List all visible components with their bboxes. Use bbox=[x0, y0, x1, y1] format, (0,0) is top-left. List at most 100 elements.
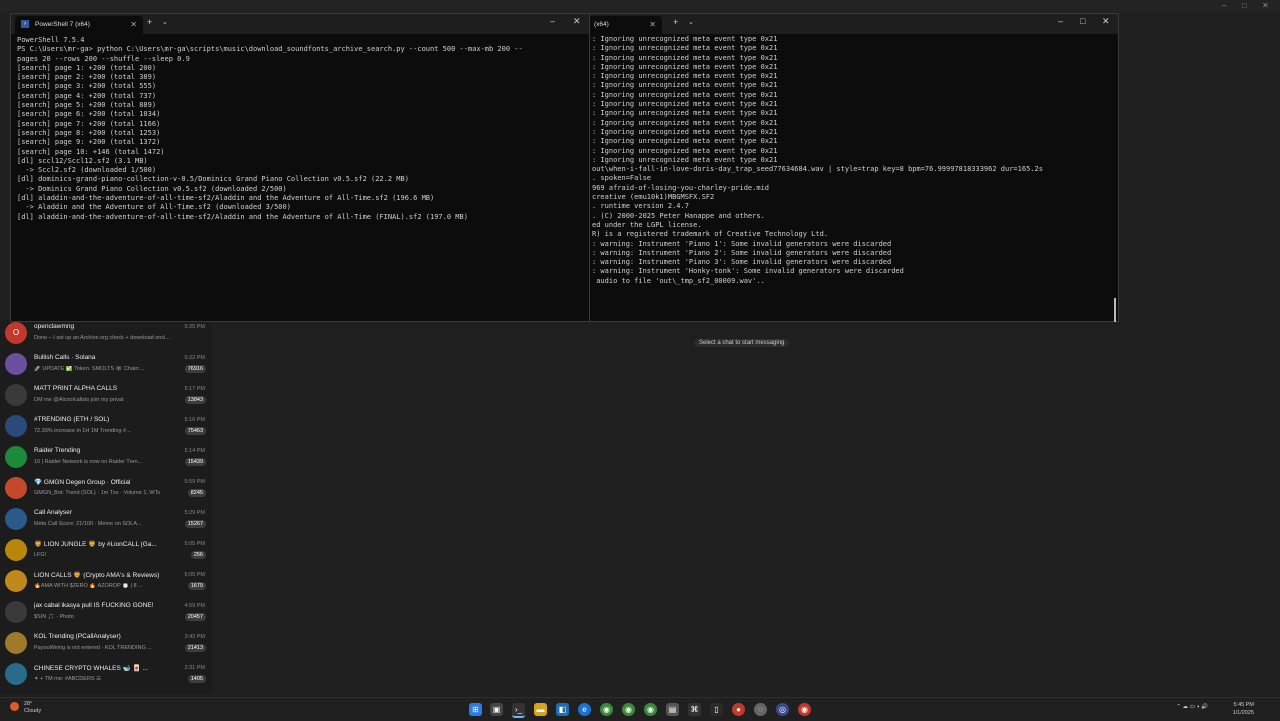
chat-list-item[interactable]: LION CALLS 🦁 (Crypto AMA's & Reviews) 5:0… bbox=[0, 568, 212, 599]
terminal-line: [search] page 8: +200 (total 1253) bbox=[17, 128, 161, 137]
terminal-line: -> Dominics Grand Piano Collection v0.5.… bbox=[17, 184, 287, 193]
chat-list-item[interactable]: #TRENDING (ETH / SOL) 5:16 PM 72.39% incre… bbox=[0, 413, 212, 444]
terminal-line: creative (emu10k1)MBGMSFX.SF2 bbox=[592, 193, 715, 202]
weather-icon bbox=[10, 702, 19, 711]
notepad-icon[interactable]: ▤ bbox=[666, 703, 679, 716]
app-red-2-icon[interactable]: ◉ bbox=[798, 703, 811, 716]
task-view-icon[interactable]: ▣ bbox=[490, 703, 503, 716]
chat-list-item[interactable]: Oopenclawmng 5:25 PM Done – I set up an Ar… bbox=[0, 320, 212, 351]
chat-time: 5:17 PM bbox=[184, 386, 205, 392]
avatar bbox=[5, 384, 27, 406]
store-icon[interactable]: ◧ bbox=[556, 703, 569, 716]
close-icon[interactable]: ✕ bbox=[1262, 1, 1269, 10]
terminal-line: : Ignoring unrecognized meta event type … bbox=[592, 62, 778, 71]
unread-badge: 15267 bbox=[184, 520, 206, 528]
terminal-output[interactable]: : Ignoring unrecognized meta event type … bbox=[592, 35, 1118, 321]
tab-label: (x64) bbox=[594, 21, 609, 28]
chat-list[interactable]: Oopenclawmng 5:25 PM Done – I set up an Ar… bbox=[0, 320, 212, 695]
chat-list-item[interactable]: MATT PRINT ALPHA CALLS 5:17 PM DM me @Alco… bbox=[0, 382, 212, 413]
terminal-line: : Ignoring unrecognized meta event type … bbox=[592, 81, 778, 90]
chat-time: 5:14 PM bbox=[184, 448, 205, 454]
close-tab-icon[interactable]: ✕ bbox=[130, 20, 137, 29]
chat-list-item[interactable]: Call Analyser 5:29 PM Meta Call Score: 21/… bbox=[0, 506, 212, 537]
terminal-line: [dl] sccl12/Sccl12.sf2 (3.1 MB) bbox=[17, 156, 148, 165]
chrome-profile-2-icon[interactable]: ◉ bbox=[644, 703, 657, 716]
powershell-icon: › bbox=[21, 20, 29, 28]
unread-badge: 256 bbox=[190, 551, 206, 559]
clock-date: 1/1/2025 bbox=[1232, 710, 1254, 716]
start-icon[interactable]: ⊞ bbox=[469, 703, 482, 716]
powershell-window[interactable]: › PowerShell 7 (x64) ✕ + ⌄ – ✕ PowerShel… bbox=[10, 13, 591, 322]
avatar bbox=[5, 632, 27, 654]
system-tray[interactable]: ⌃ ☁ ▭ ◑ 🔊 bbox=[1176, 704, 1208, 710]
minimize-icon[interactable]: – bbox=[550, 16, 555, 26]
chat-list-item[interactable]: 💎 GMGN Degen Group · Official 5:59 PM GMGN… bbox=[0, 475, 212, 506]
terminal-icon[interactable]: ›_ bbox=[512, 703, 525, 718]
maximize-icon[interactable]: □ bbox=[1242, 1, 1247, 10]
weather-temp: 28° bbox=[24, 701, 33, 707]
close-icon[interactable]: ✕ bbox=[1102, 16, 1110, 27]
chat-list-item[interactable]: CHINESE CRYPTO WHALES 🐋 🀄 ... 2:31 PM ✦ + … bbox=[0, 661, 212, 692]
chevron-down-icon[interactable]: ⌄ bbox=[688, 18, 694, 26]
chat-name: #TRENDING (ETH / SOL) bbox=[34, 416, 110, 423]
unread-badge: 15439 bbox=[184, 458, 206, 466]
app-icon[interactable]: ▯ bbox=[710, 703, 723, 716]
tab-powershell[interactable]: › PowerShell 7 (x64) ✕ bbox=[15, 16, 143, 34]
unread-badge: 75463 bbox=[184, 427, 206, 435]
chrome-icon[interactable]: ◉ bbox=[600, 703, 613, 716]
terminal-line: [dl] aladdin-and-the-adventure-of-all-ti… bbox=[17, 194, 435, 203]
clock-time: 5:45 PM bbox=[1233, 702, 1254, 708]
chat-list-item[interactable]: Bullish Calls · Solana 5:22 PM 🚀 UPDATE ✅ … bbox=[0, 351, 212, 382]
app-gray-icon[interactable]: ◌ bbox=[754, 703, 767, 716]
avatar bbox=[5, 446, 27, 468]
avatar bbox=[5, 601, 27, 623]
chat-name: Bullish Calls · Solana bbox=[34, 354, 96, 361]
tab-terminal-2[interactable]: (x64) ✕ bbox=[590, 16, 662, 34]
avatar bbox=[5, 477, 27, 499]
unread-badge: 21413 bbox=[184, 644, 206, 652]
chat-list-item[interactable]: jax cabal ikasya pull IS FUCKING GONE! 4:… bbox=[0, 599, 212, 630]
chat-name: openclawmng bbox=[34, 323, 75, 330]
terminal-line: R) is a registered trademark of Creative… bbox=[592, 230, 829, 239]
chat-time: 4:59 PM bbox=[184, 603, 205, 609]
chat-preview: LFG! bbox=[34, 552, 47, 558]
terminal-line: : Ignoring unrecognized meta event type … bbox=[592, 137, 778, 146]
select-chat-hint: Select a chat to start messaging bbox=[694, 339, 790, 347]
minimize-icon[interactable]: – bbox=[1222, 1, 1226, 10]
chat-preview: ✦ + TM me: #ABCDERS ☰ bbox=[34, 676, 102, 682]
taskbar: 28° Cloudy ⊞ ▣ ›_ ▬ ◧ e ◉ ◉ ◉ ▤ ⌘ ▯ ● ◌ … bbox=[0, 697, 1280, 721]
clock[interactable]: 5:45 PM 1/1/2025 bbox=[1233, 701, 1254, 717]
close-icon[interactable]: ✕ bbox=[573, 16, 581, 27]
edge-icon[interactable]: e bbox=[578, 703, 591, 716]
unread-badge: 8245 bbox=[187, 489, 206, 497]
chat-preview: GMGN_Bot: Trend (SOL) · 1m Txs · Volume … bbox=[34, 490, 161, 496]
chat-list-item[interactable]: Raider Trending 5:14 PM 10 | Raider Networ… bbox=[0, 444, 212, 475]
chat-name: KOL Trending (PCallAnalyser) bbox=[34, 633, 121, 640]
app-red-icon[interactable]: ● bbox=[732, 703, 745, 716]
terminal-2-icon[interactable]: ⌘ bbox=[688, 703, 701, 716]
chat-list-item[interactable]: KOL Trending (PCallAnalyser) 3:43 PM Payou… bbox=[0, 630, 212, 661]
maximize-icon[interactable]: □ bbox=[1080, 16, 1085, 26]
chat-name: jax cabal ikasya pull IS FUCKING GONE! bbox=[34, 602, 154, 609]
chat-name: Raider Trending bbox=[34, 447, 81, 454]
messenger-title-bar: – □ ✕ bbox=[0, 0, 1280, 12]
chat-time: 5:25 PM bbox=[184, 324, 205, 330]
terminal-line: : Ignoring unrecognized meta event type … bbox=[592, 109, 778, 118]
new-tab-button[interactable]: + bbox=[147, 17, 152, 27]
chat-list-item[interactable]: 🦁 LION JUNGLE 🦁 by #LionCALL (Ga... 5:05 … bbox=[0, 537, 212, 568]
scrollbar[interactable] bbox=[1114, 298, 1116, 322]
avatar bbox=[5, 570, 27, 592]
minimize-icon[interactable]: – bbox=[1058, 16, 1063, 26]
close-tab-icon[interactable]: ✕ bbox=[649, 20, 656, 29]
terminal-line: : Ignoring unrecognized meta event type … bbox=[592, 35, 778, 43]
app-blue-icon[interactable]: ◎ bbox=[776, 703, 789, 716]
new-tab-button[interactable]: + bbox=[673, 17, 678, 27]
terminal-output[interactable]: PowerShell 7.5.4 PS C:\Users\mr-ga> pytho… bbox=[17, 36, 590, 321]
terminal-line: -> Aladdin and the Adventure of All-Time… bbox=[17, 203, 291, 212]
unread-badge: 76916 bbox=[184, 365, 206, 373]
chevron-down-icon[interactable]: ⌄ bbox=[162, 18, 168, 26]
file-explorer-icon[interactable]: ▬ bbox=[534, 703, 547, 716]
chrome-profile-icon[interactable]: ◉ bbox=[622, 703, 635, 716]
terminal-line: : Ignoring unrecognized meta event type … bbox=[592, 127, 778, 136]
terminal-window-2[interactable]: (x64) ✕ + ⌄ – □ ✕ : Ignoring unrecognize… bbox=[589, 13, 1119, 322]
